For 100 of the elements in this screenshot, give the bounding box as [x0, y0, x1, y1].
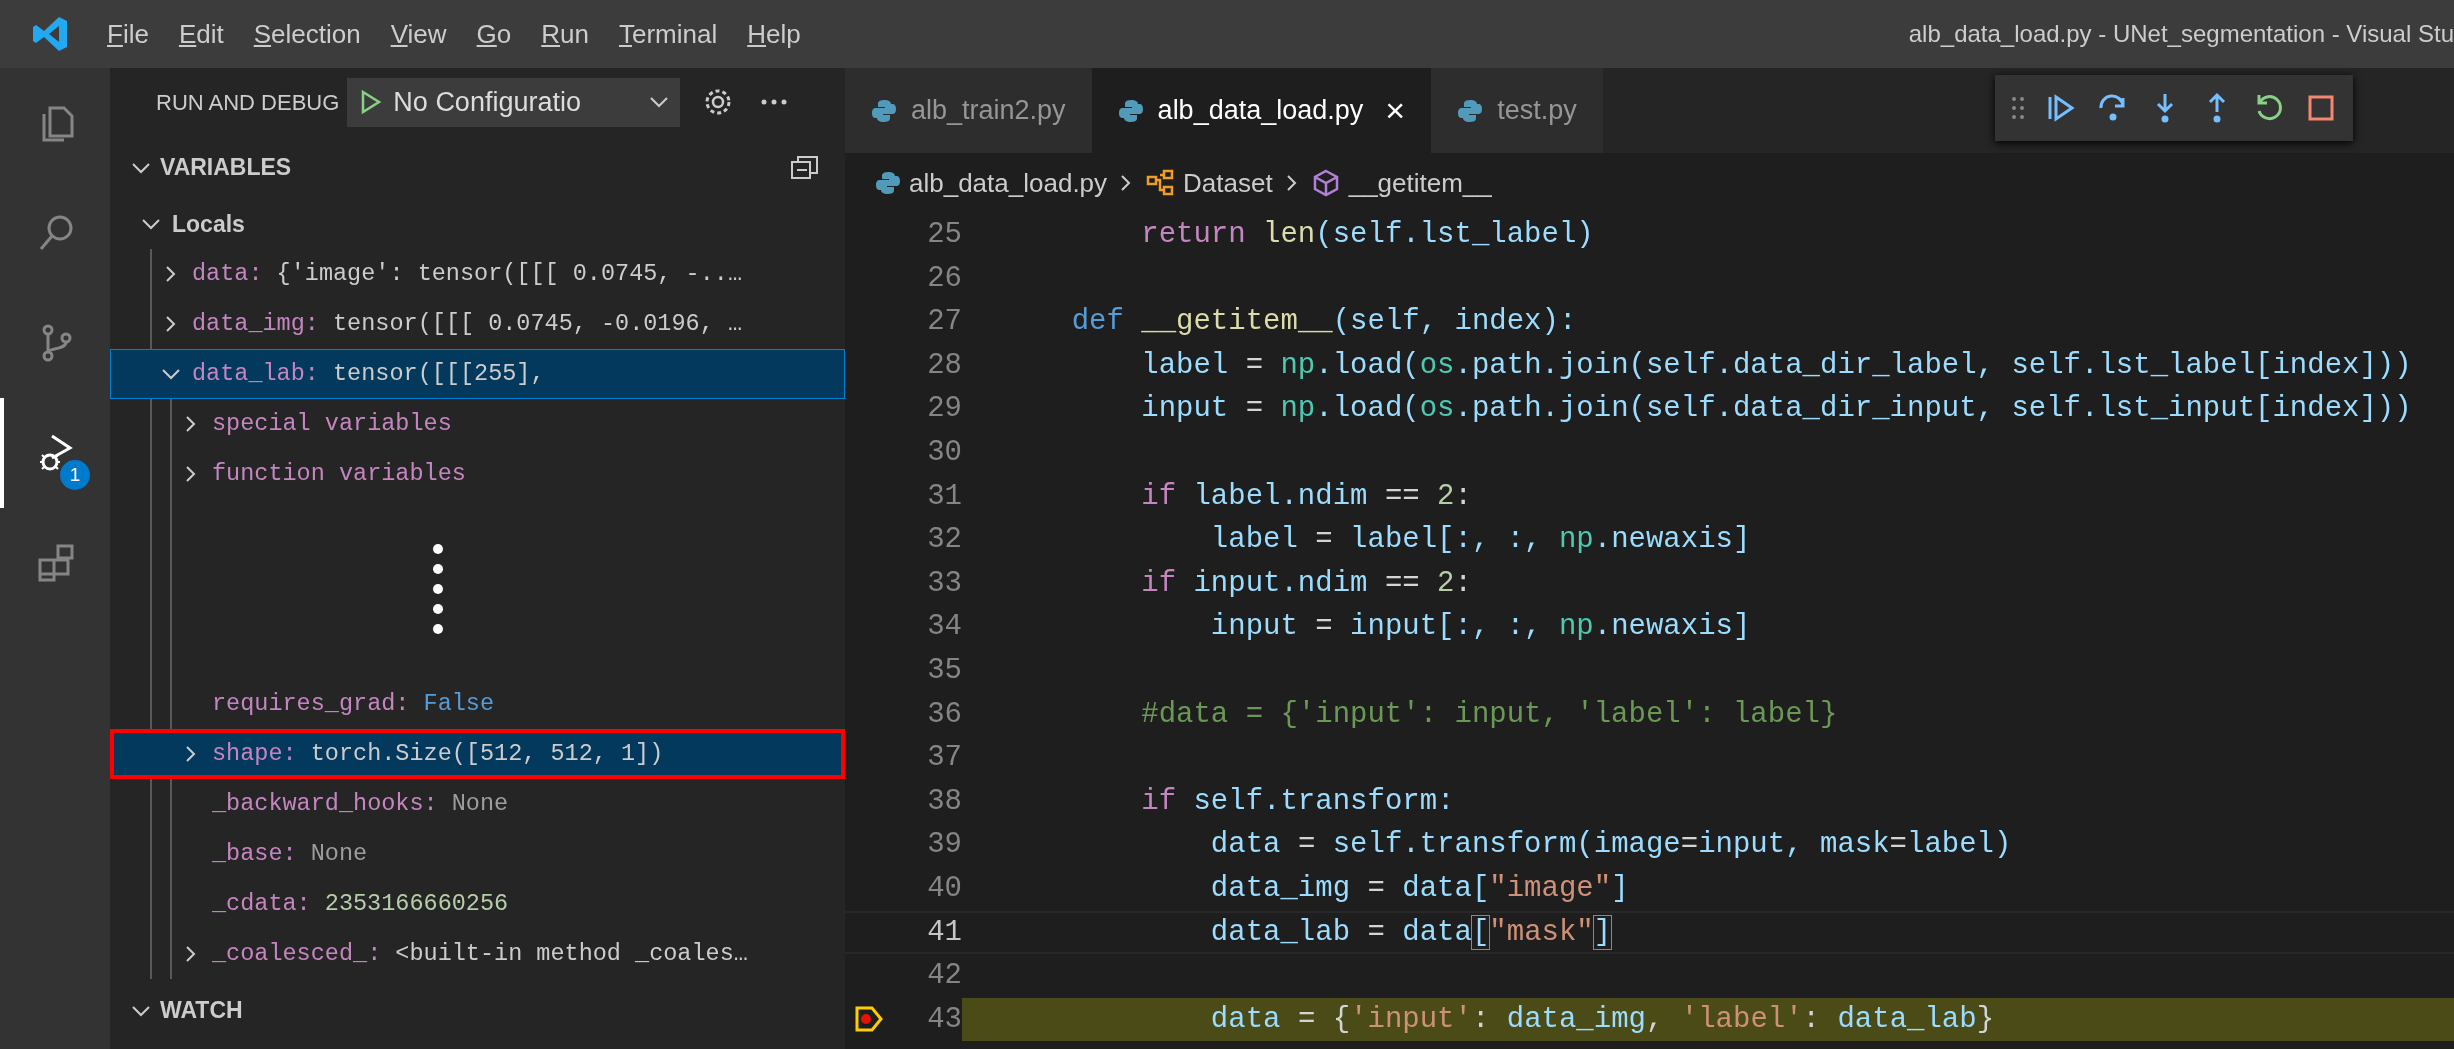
- variable-item[interactable]: _coalesced_: <built-in method _coales…: [110, 929, 845, 979]
- variable-item[interactable]: _base: None: [110, 829, 845, 879]
- code-token: data: [1210, 828, 1281, 862]
- line-number: 31: [926, 478, 962, 515]
- code-token: ]: [1593, 915, 1612, 949]
- code-token: data: [1402, 915, 1472, 949]
- python-file-icon: [871, 97, 897, 124]
- variable-item[interactable]: requires_grad: False: [110, 679, 845, 729]
- variable-item[interactable]: shape: torch.Size([512, 512, 1]): [110, 729, 845, 779]
- variable-item[interactable]: _cdata: 2353166660256: [110, 879, 845, 929]
- code-token: ]: [1611, 871, 1629, 905]
- variable-item[interactable]: special variables: [110, 399, 845, 449]
- code-token: ==: [1384, 479, 1420, 513]
- menu-item[interactable]: Edit: [163, 14, 239, 54]
- code-token: len: [1263, 218, 1316, 251]
- scope-item[interactable]: Locals: [110, 199, 845, 249]
- code-token: :: [1802, 1002, 1820, 1036]
- code-token: data: [1210, 1002, 1281, 1036]
- code-token: =: [1315, 610, 1333, 644]
- variable-item[interactable]: data_lab: tensor([[[255],: [110, 349, 845, 399]
- breadcrumb-item[interactable]: __getitem__: [1310, 163, 1492, 203]
- code-token: if: [1141, 784, 1177, 818]
- code-token: [: [1471, 915, 1490, 949]
- menu-item[interactable]: Go: [461, 14, 527, 54]
- grip-icon[interactable]: [2011, 95, 2025, 121]
- menu-item[interactable]: Selection: [238, 14, 376, 54]
- line-number: 38: [926, 783, 962, 820]
- code-token: (self.lst_label): [1315, 218, 1594, 251]
- variable-item[interactable]: _backward_hooks: None: [110, 779, 845, 829]
- breadcrumb-item[interactable]: alb_data_load.py: [875, 163, 1108, 203]
- code-token: =: [1367, 871, 1385, 905]
- code-token: data_img: [1210, 871, 1351, 905]
- breadcrumb-item[interactable]: Dataset: [1145, 163, 1273, 203]
- menu-item[interactable]: Help: [732, 14, 816, 54]
- code-token: "mask": [1489, 915, 1594, 949]
- code-token: input[:, :,: [1350, 610, 1542, 644]
- line-number: 34: [926, 609, 962, 646]
- menu-item[interactable]: View: [375, 14, 462, 54]
- code-token: input: [1141, 392, 1229, 426]
- class-icon: [1145, 168, 1176, 198]
- code-token: =: [1245, 392, 1264, 426]
- code-token: ,: [1645, 1002, 1664, 1036]
- code-token: 2: [1437, 566, 1455, 600]
- window-title: alb_data_load.py - UNet_segmentation - Visual Stu: [1908, 19, 2454, 49]
- code-token: input: [1210, 610, 1298, 644]
- variable-item[interactable]: function variables: [110, 449, 845, 499]
- code-token: label.ndim: [1193, 479, 1368, 513]
- panel-title: RUN AND DEBUG: [156, 88, 340, 117]
- line-number: 28: [926, 347, 962, 384]
- section-title: WATCH: [160, 996, 243, 1026]
- code-token: .path.join(self.data_dir_label, self.lst_label[index])): [1454, 348, 2412, 382]
- menu-item[interactable]: Run: [526, 14, 604, 54]
- code-token: = {: [1297, 1002, 1351, 1036]
- code-token: :: [1454, 479, 1472, 513]
- code-token: np: [1280, 348, 1316, 382]
- line-number: 37: [926, 740, 962, 777]
- code-token: np: [1558, 523, 1594, 557]
- code-token: label[:, :,: [1350, 523, 1542, 557]
- code-token: if: [1141, 566, 1177, 600]
- line-number: 42: [926, 958, 962, 995]
- line-number: 32: [926, 522, 962, 559]
- close-button[interactable]: ×: [1385, 85, 1406, 136]
- code-token: }: [1976, 1002, 1995, 1036]
- line-number: 33: [926, 565, 962, 602]
- editor-tab[interactable]: alb_data_load.py ×: [1091, 68, 1432, 153]
- python-file-icon: [1457, 97, 1484, 124]
- code-token: #data = {'input': input, 'label': label}: [1141, 697, 1838, 731]
- breakpoint-arrow-icon: [853, 1005, 884, 1034]
- line-number: 41: [926, 914, 962, 951]
- code-token: data_lab: [1210, 915, 1351, 949]
- code-token: def: [1071, 305, 1124, 339]
- menu-item[interactable]: File: [92, 14, 164, 54]
- code-token: =: [1889, 828, 1907, 862]
- variable-item[interactable]: data_img: tensor([[[ 0.0745, -0.0196, …: [110, 299, 845, 349]
- editor-tab[interactable]: alb_train2.py: [845, 68, 1092, 153]
- python-file-icon: [1117, 97, 1144, 124]
- code-token: :: [1454, 566, 1472, 600]
- code-token: os: [1419, 392, 1455, 426]
- code-token: self.transform:: [1193, 784, 1455, 818]
- badge: 1: [60, 460, 90, 490]
- python-file-icon: [875, 170, 901, 196]
- variable-item[interactable]: data: {'image': tensor([[[ 0.0745, -..…: [110, 249, 845, 299]
- line-number: 25: [926, 217, 962, 254]
- menu-item[interactable]: Terminal: [604, 14, 733, 54]
- code-token: data[: [1402, 871, 1490, 905]
- configuration-dropdown[interactable]: No Configuratio: [347, 77, 681, 127]
- code-token: data_lab: [1837, 1002, 1977, 1036]
- logo-icon: [30, 14, 70, 54]
- line-number: 36: [926, 696, 962, 733]
- code-token: input.ndim: [1193, 566, 1368, 600]
- code-token: .path.join(self.data_dir_input, self.lst_input[index])): [1454, 392, 2412, 426]
- code-token: 2: [1437, 479, 1455, 513]
- editor-tab[interactable]: test.py: [1431, 68, 1603, 153]
- code-token: os: [1419, 348, 1455, 382]
- code-token: label: [1210, 523, 1298, 557]
- line-number: 39: [926, 827, 962, 864]
- code-token: =: [1315, 523, 1333, 557]
- code-token: if: [1141, 479, 1177, 513]
- code-token: .load(: [1315, 348, 1420, 382]
- code-token: np: [1558, 610, 1594, 644]
